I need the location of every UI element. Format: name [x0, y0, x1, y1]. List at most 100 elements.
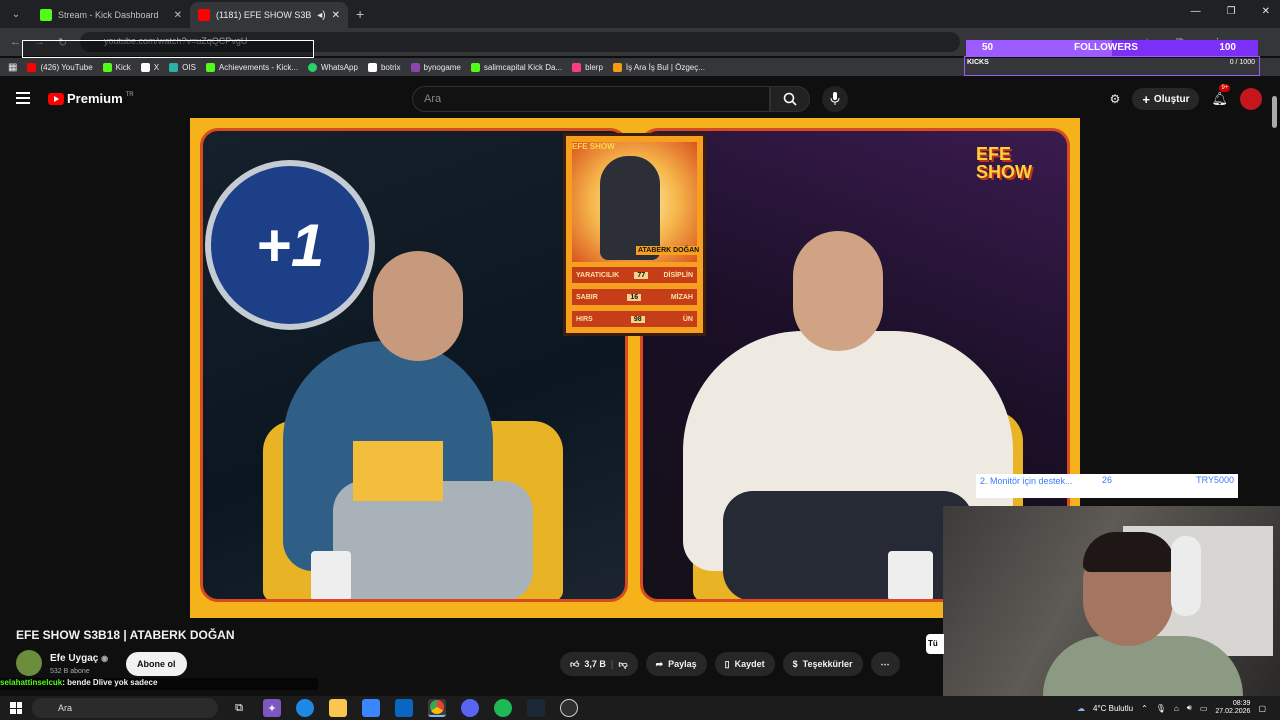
- bookmark-label: salimcapital Kick Da...: [483, 62, 563, 72]
- obs-icon[interactable]: [560, 699, 578, 717]
- create-button[interactable]: + Oluştur: [1132, 88, 1200, 110]
- weather-text[interactable]: 4°C Bulutlu: [1093, 704, 1133, 713]
- discord-icon[interactable]: [461, 699, 479, 717]
- plus-icon: +: [1142, 91, 1150, 107]
- notifications-button[interactable]: 🔔︎ 9+: [1211, 84, 1231, 108]
- chrome-icon[interactable]: [428, 699, 446, 717]
- kicks-value: 0 / 1000: [1229, 59, 1255, 66]
- clock-date: 27.02.2026: [1215, 708, 1251, 715]
- taskbar-search-input[interactable]: Ara: [32, 698, 218, 718]
- bookmark-achievements[interactable]: Achievements - Kick...: [205, 62, 298, 72]
- filter-chip[interactable]: Tü: [926, 634, 944, 654]
- channel-name[interactable]: Efe Uygaç ◉: [50, 653, 108, 664]
- thanks-button[interactable]: $ Teşekkürler: [782, 652, 863, 676]
- volume-icon[interactable]: 🔊︎: [1187, 703, 1192, 713]
- tray-chevron-icon[interactable]: ⌃: [1141, 704, 1148, 713]
- system-tray: ☁ 4°C Bulutlu ⌃ 🎙︎ ⌂ 🔊︎ ▭ 08:39 27.02.20…: [1077, 700, 1266, 716]
- speaker-icon[interactable]: ◂): [317, 10, 325, 21]
- window-controls: — ❐ ✕: [1191, 6, 1270, 17]
- bookmark-label: bynogame: [423, 62, 461, 72]
- account-avatar[interactable]: [1240, 88, 1262, 110]
- close-tab-icon[interactable]: ✕: [332, 10, 340, 21]
- cast-icon[interactable]: ⚙: [1110, 92, 1121, 106]
- bookmark-label: (426) YouTube: [40, 62, 93, 72]
- stat-left: HIRS: [576, 315, 593, 323]
- microphone-tray-icon[interactable]: 🎙︎: [1156, 704, 1166, 713]
- search-button[interactable]: [770, 86, 810, 112]
- outlook-icon[interactable]: [395, 699, 413, 717]
- subscribe-button[interactable]: Abone ol: [126, 652, 187, 676]
- whatsapp-icon: [308, 62, 318, 72]
- edge-icon[interactable]: [296, 699, 314, 717]
- tab-kick-dashboard[interactable]: Stream - Kick Dashboard ✕: [32, 2, 190, 28]
- header-actions: ⚙ + Oluştur 🔔︎ 9+: [1110, 84, 1262, 110]
- card-stat-row: YARATICILIK 77 DİSİPLİN: [572, 267, 697, 283]
- bookmark-youtube[interactable]: (426) YouTube: [27, 62, 93, 72]
- stat-left: YARATICILIK: [576, 271, 620, 279]
- kick-favicon-icon: [40, 9, 52, 21]
- copilot-icon[interactable]: ✦: [263, 699, 281, 717]
- bookmark-salimcapital[interactable]: salimcapital Kick Da...: [470, 62, 563, 72]
- bookmark-is-ara[interactable]: İş Ara İş Bul | Özgeç...: [612, 62, 705, 72]
- youtube-premium-logo[interactable]: Premium TR: [48, 91, 134, 106]
- windows-start-icon[interactable]: [10, 702, 22, 714]
- more-actions-button[interactable]: ⋯: [870, 652, 900, 676]
- clock[interactable]: 08:39 27.02.2026: [1215, 700, 1250, 716]
- close-window-icon[interactable]: ✕: [1262, 6, 1270, 17]
- chat-username: selahattinselcuk: [0, 678, 63, 687]
- channel-avatar[interactable]: [16, 650, 42, 676]
- bookmark-label: İş Ara İş Bul | Özgeç...: [625, 62, 705, 72]
- thumbs-up-icon: 👍︎: [570, 658, 580, 669]
- minimize-icon[interactable]: —: [1191, 6, 1201, 17]
- share-label: Paylaş: [668, 659, 697, 669]
- tab-title: (1181) EFE SHOW S3B18 | A: [216, 10, 312, 20]
- channel-subscribers: 532 B abone: [50, 668, 90, 675]
- store-icon[interactable]: [362, 699, 380, 717]
- task-view-icon[interactable]: ⧉: [230, 699, 248, 717]
- voice-search-button[interactable]: [822, 86, 848, 112]
- network-icon[interactable]: ⌂: [1174, 704, 1179, 713]
- maximize-icon[interactable]: ❐: [1227, 6, 1236, 17]
- like-button[interactable]: 👍︎ 3,7 B | 👎︎: [560, 652, 638, 676]
- spotify-icon[interactable]: [494, 699, 512, 717]
- hamburger-menu-icon[interactable]: [16, 92, 30, 104]
- thumbs-down-icon[interactable]: 👎︎: [618, 659, 627, 670]
- youtube-favicon-icon: [198, 9, 210, 21]
- followers-goal-widget: 50 FOLLOWERS 100: [966, 40, 1258, 56]
- notifications-tray-icon[interactable]: ▢: [1258, 704, 1266, 713]
- apps-grid-icon[interactable]: ▦: [8, 62, 17, 73]
- save-button[interactable]: ▯ Kaydet: [714, 652, 775, 676]
- back-icon[interactable]: ←: [10, 36, 21, 48]
- chat-message: : bende Dlive yok sadece: [62, 678, 158, 687]
- kick-icon: [470, 62, 480, 72]
- bookmark-ois[interactable]: OIS: [169, 62, 196, 72]
- weather-icon[interactable]: ☁: [1077, 704, 1085, 713]
- bookmark-bynogame[interactable]: bynogame: [410, 62, 461, 72]
- card-stat-row: HIRS 98 ÜN: [572, 311, 697, 327]
- tab-search-chevron-icon[interactable]: ⌄: [4, 2, 28, 26]
- battery-icon[interactable]: ▭: [1200, 704, 1208, 713]
- followers-count: 50: [982, 42, 994, 53]
- brand-label: Premium: [67, 91, 123, 106]
- steam-icon[interactable]: [527, 699, 545, 717]
- bookmark-label: X: [153, 62, 160, 72]
- scrollbar-thumb[interactable]: [1272, 96, 1277, 128]
- close-tab-icon[interactable]: ✕: [174, 10, 182, 21]
- stat-left: SABIR: [576, 293, 598, 301]
- bookmark-blerp[interactable]: blerp: [572, 62, 603, 72]
- bookmark-whatsapp[interactable]: WhatsApp: [308, 62, 358, 72]
- new-tab-button[interactable]: +: [356, 6, 364, 22]
- search-input[interactable]: Ara: [412, 86, 770, 112]
- clock-time: 08:39: [1232, 700, 1251, 707]
- bookmark-kick[interactable]: Kick: [102, 62, 131, 72]
- stat-num: 16: [627, 293, 642, 301]
- donation-goal-widget: 2. Monitör için destek... 26 TRY5000: [976, 474, 1238, 498]
- file-explorer-icon[interactable]: [329, 699, 347, 717]
- kicks-goal-widget: KICKS 0 / 1000: [964, 56, 1260, 76]
- tab-youtube-video[interactable]: (1181) EFE SHOW S3B18 | A ◂) ✕: [190, 2, 348, 28]
- share-icon: ➦: [655, 658, 664, 669]
- bookmark-botrix[interactable]: botrix: [367, 62, 401, 72]
- bookmark-x[interactable]: X: [140, 62, 160, 72]
- share-button[interactable]: ➦ Paylaş: [645, 652, 707, 676]
- headphones: [1171, 536, 1201, 616]
